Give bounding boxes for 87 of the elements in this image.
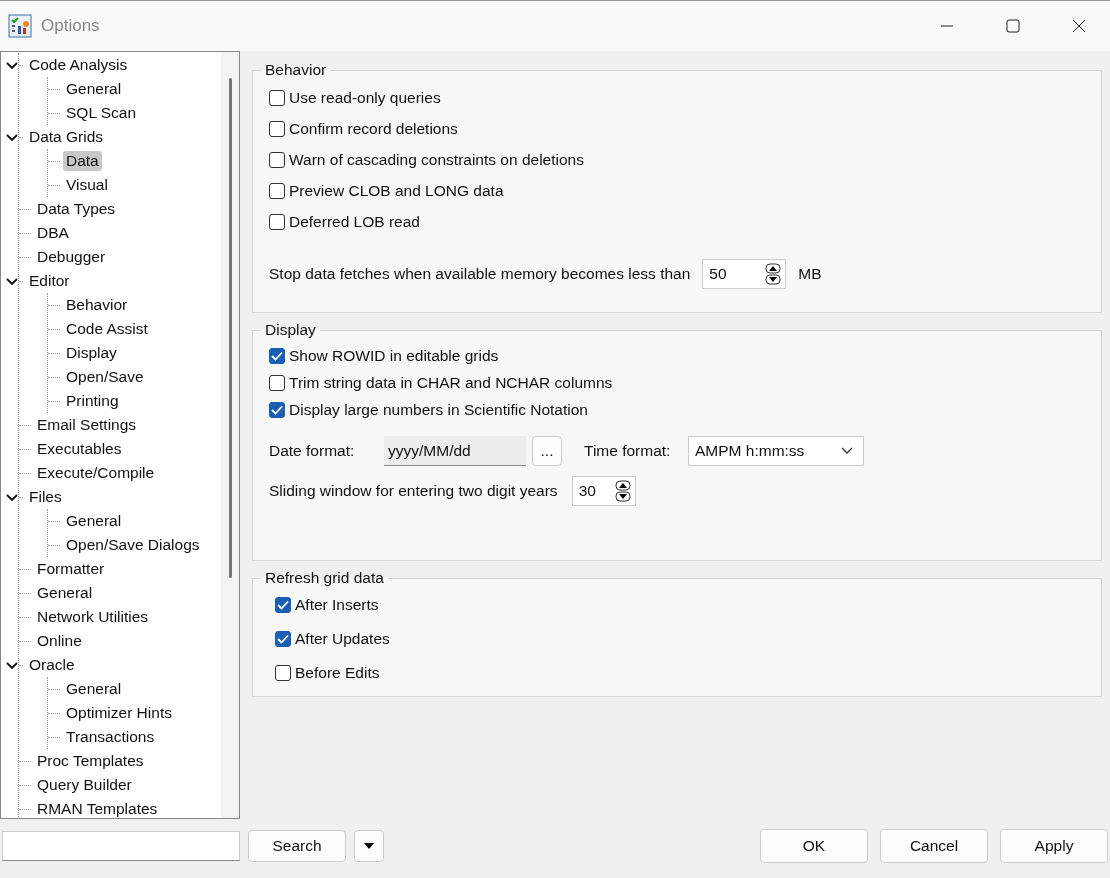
tree-item[interactable]: Display — [63, 343, 120, 363]
checkbox-label: After Updates — [295, 630, 390, 648]
checkbox-label: Before Edits — [295, 664, 380, 682]
tree-item[interactable]: Code Analysis — [26, 55, 131, 75]
checkbox[interactable] — [269, 121, 285, 137]
chevron-down-icon — [841, 447, 853, 455]
tree-item[interactable]: Optimizer Hints — [63, 703, 175, 723]
tree-item[interactable]: Visual — [63, 175, 111, 195]
tree-item[interactable]: Online — [34, 631, 85, 651]
time-format-dropdown[interactable]: AMPM h:mm:ss — [688, 436, 864, 466]
tree-item[interactable]: Data Grids — [26, 127, 107, 147]
dialog-button[interactable]: Apply — [1000, 829, 1108, 863]
tree-item[interactable]: General — [63, 79, 125, 99]
checkbox-label: Show ROWID in editable grids — [289, 347, 499, 365]
checkbox[interactable] — [269, 402, 285, 418]
dialog-button[interactable]: OK — [760, 829, 868, 863]
chevron-down-icon[interactable] — [6, 659, 18, 671]
triangle-down-icon — [364, 843, 374, 849]
field-label: Sliding window for entering two digit years — [269, 482, 558, 500]
tree-item[interactable]: RMAN Templates — [34, 799, 161, 818]
tree-item[interactable]: Behavior — [63, 295, 131, 315]
tree-item[interactable]: Editor — [26, 271, 73, 291]
spin-arrows-icon[interactable] — [765, 263, 782, 285]
checkbox-label: Deferred LOB read — [289, 213, 420, 231]
tree-item[interactable]: Code Assist — [63, 319, 151, 339]
group-title: Behavior — [264, 61, 328, 79]
number-spinner[interactable]: 50 — [702, 259, 787, 289]
group-title: Display — [264, 321, 317, 339]
tree-item[interactable]: Email Settings — [34, 415, 140, 435]
checkbox-label: Confirm record deletions — [289, 120, 458, 138]
search-button[interactable]: Search — [248, 830, 346, 862]
tree-item[interactable]: Network Utilities — [34, 607, 152, 627]
checkbox[interactable] — [269, 183, 285, 199]
tree-item[interactable]: Open/Save Dialogs — [63, 535, 203, 555]
checkbox-label: Warn of cascading constraints on deletions — [289, 151, 584, 169]
date-format-field[interactable]: yyyy/MM/dd — [384, 436, 526, 466]
tree-item[interactable]: Data — [63, 151, 102, 171]
chevron-down-icon[interactable] — [6, 131, 18, 143]
dropdown-button[interactable] — [354, 830, 384, 862]
tree-item[interactable]: Query Builder — [34, 775, 135, 795]
number-spinner[interactable]: 30 — [571, 476, 636, 506]
field-label: Stop data fetches when available memory becomes less than — [269, 265, 691, 283]
tree-item[interactable]: Oracle — [26, 655, 78, 675]
chevron-down-icon[interactable] — [6, 59, 18, 71]
search-field[interactable] — [2, 831, 240, 861]
group-title: Refresh grid data — [264, 569, 385, 587]
chevron-down-icon[interactable] — [6, 491, 18, 503]
field-label: Date format: — [269, 442, 356, 460]
tree-item[interactable]: Printing — [63, 391, 122, 411]
scrollbar[interactable] — [221, 52, 239, 818]
checkbox-label: Display large numbers in Scientific Notation — [289, 401, 588, 419]
tree-item[interactable]: Proc Templates — [34, 751, 147, 771]
checkbox[interactable] — [275, 665, 291, 681]
tree-item[interactable]: General — [63, 679, 125, 699]
checkbox[interactable] — [269, 90, 285, 106]
tree-item[interactable]: Data Types — [34, 199, 119, 219]
checkbox[interactable] — [275, 597, 291, 613]
tree-item[interactable]: Open/Save — [63, 367, 147, 387]
checkbox[interactable] — [269, 375, 285, 391]
app-icon — [8, 14, 32, 38]
tree-item[interactable]: Files — [26, 487, 65, 507]
checkbox-label: After Inserts — [295, 596, 379, 614]
dialog-button[interactable]: Cancel — [880, 829, 988, 863]
tree-item[interactable]: Debugger — [34, 247, 109, 267]
tree-item[interactable]: General — [34, 583, 96, 603]
window-title: Options — [41, 16, 100, 36]
tree-item[interactable]: Transactions — [63, 727, 158, 747]
chevron-down-icon[interactable] — [6, 275, 18, 287]
close-icon[interactable] — [1072, 19, 1086, 33]
maximize-icon[interactable] — [1006, 19, 1020, 33]
checkbox-label: Trim string data in CHAR and NCHAR columns — [289, 374, 613, 392]
checkbox-label: Use read-only queries — [289, 89, 441, 107]
checkbox-label: Preview CLOB and LONG data — [289, 182, 504, 200]
tree-item[interactable]: SQL Scan — [63, 103, 140, 123]
tree-item[interactable]: Execute/Compile — [34, 463, 158, 483]
tree-item[interactable]: Formatter — [34, 559, 108, 579]
tree-item[interactable]: General — [63, 511, 125, 531]
checkbox[interactable] — [275, 631, 291, 647]
field-label: Time format: — [584, 442, 672, 460]
tree-item[interactable]: DBA — [34, 223, 72, 243]
checkbox[interactable] — [269, 348, 285, 364]
checkbox[interactable] — [269, 214, 285, 230]
spin-arrows-icon[interactable] — [614, 480, 631, 502]
tree-item[interactable]: Executables — [34, 439, 125, 459]
browse-button[interactable]: ... — [532, 436, 562, 466]
unit-label: MB — [798, 265, 822, 283]
checkbox[interactable] — [269, 152, 285, 168]
